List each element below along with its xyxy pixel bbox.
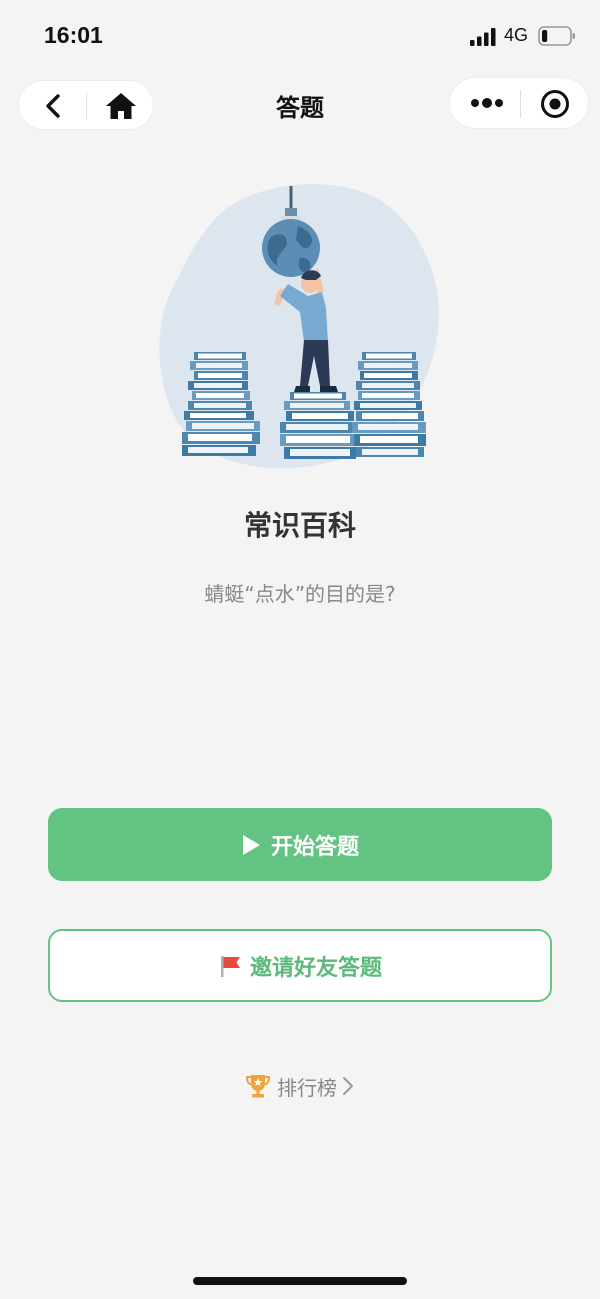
invite-friends-label: 邀请好友答题 <box>249 955 382 981</box>
page-title: 答题 <box>276 94 324 122</box>
nav-capsule-right <box>449 77 589 129</box>
play-icon <box>242 834 260 855</box>
chevron-right-icon <box>343 1077 353 1095</box>
ranking-label: 排行榜 <box>277 1075 337 1100</box>
quiz-category-title: 常识百科 <box>243 509 356 542</box>
status-bar: 16:01 4G <box>0 0 600 72</box>
quiz-illustration <box>159 184 439 469</box>
back-icon <box>46 94 60 118</box>
home-button[interactable] <box>99 87 143 125</box>
flag-icon <box>220 955 240 977</box>
start-quiz-label: 开始答题 <box>270 834 359 860</box>
signal-icon <box>470 28 496 46</box>
nav-divider <box>520 90 521 118</box>
more-icon <box>471 98 503 108</box>
home-indicator[interactable] <box>193 1277 407 1285</box>
invite-friends-button[interactable]: 邀请好友答题 <box>48 929 552 1002</box>
close-miniprogram-button[interactable] <box>534 84 576 124</box>
nav-divider <box>86 93 87 119</box>
start-quiz-button[interactable]: 开始答题 <box>48 808 552 881</box>
more-button[interactable] <box>464 84 510 122</box>
target-icon <box>541 90 569 118</box>
network-label: 4G <box>504 25 529 45</box>
trophy-icon <box>245 1075 271 1098</box>
nav-capsule-left <box>18 80 154 130</box>
quiz-question-text: 蜻蜓“点水”的目的是? <box>204 582 396 606</box>
back-button[interactable] <box>33 87 73 125</box>
ranking-link[interactable]: 排行榜 <box>0 1068 600 1104</box>
battery-icon <box>538 26 575 46</box>
home-icon <box>106 93 136 119</box>
status-time: 16:01 <box>44 22 103 48</box>
